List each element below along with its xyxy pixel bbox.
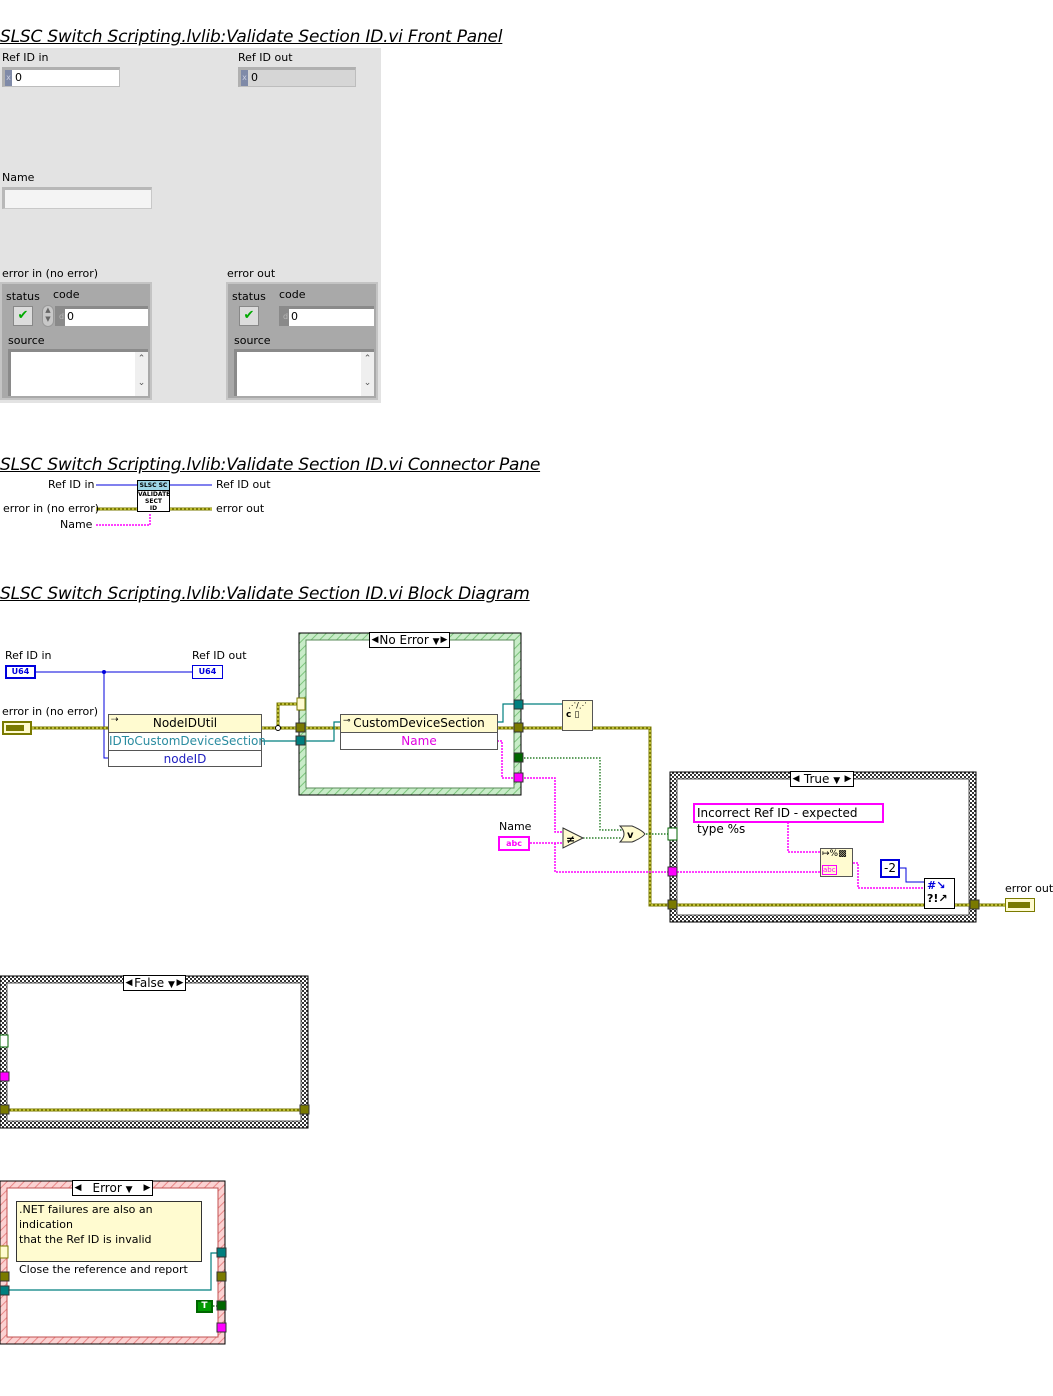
increment-case-icon[interactable]: ▶: [142, 1181, 152, 1195]
property-node-property[interactable]: Name: [341, 733, 497, 750]
increment-case-icon[interactable]: ▶: [439, 633, 449, 647]
bool-out-tunnel: [513, 752, 524, 763]
case-selector-label: Error: [92, 1181, 122, 1195]
document-icon: c ▯: [566, 710, 580, 720]
decrement-case-icon[interactable]: ◀: [791, 772, 801, 786]
error-out-tunnel: [216, 1271, 227, 1282]
string-tunnel: [667, 866, 678, 877]
error-out-tunnel: [513, 722, 524, 733]
case-selector-label: False: [134, 976, 165, 990]
name-terminal-label: Name: [499, 820, 532, 833]
error-in-terminal[interactable]: [2, 721, 32, 735]
dropdown-icon[interactable]: ▼: [126, 1185, 133, 1195]
case-selector-false[interactable]: ◀ False ▼ ▶: [123, 975, 186, 991]
error-out-tunnel: [969, 899, 980, 910]
dropdown-icon[interactable]: ▼: [168, 980, 175, 990]
ref-id-out-terminal-label: Ref ID out: [192, 649, 247, 662]
refnum-out-tunnel: [216, 1247, 227, 1258]
comment-line: .NET failures are also an indication: [19, 1203, 153, 1231]
comment-line: that the Ref ID is invalid: [19, 1233, 152, 1246]
case-selector-error[interactable]: ◀ Error ▼ ▶: [72, 1180, 153, 1196]
increment-case-icon[interactable]: ▶: [843, 772, 853, 786]
error-tunnel: [0, 1271, 10, 1282]
block-diagram-wires: ≠ v: [0, 632, 1005, 1345]
free-label-comment: .NET failures are also an indication tha…: [16, 1201, 202, 1276]
error-tunnel: [667, 899, 678, 910]
ref-id-in-terminal-label: Ref ID in: [5, 649, 52, 662]
refnum-out-tunnel: [513, 699, 524, 710]
property-node-customdevicesection[interactable]: ⊸ CustomDeviceSection Name: [340, 714, 498, 750]
invoke-node-nodeidutil[interactable]: ⇢ NodeIDUtil IDToCustomDeviceSection nod…: [108, 714, 266, 767]
case-selector-no-error[interactable]: ◀ No Error ▼ ▶: [369, 632, 450, 648]
case-selector-terminal: [0, 1245, 9, 1259]
case-selector-terminal: [0, 1034, 9, 1048]
refnum-tunnel: [0, 1285, 10, 1296]
property-node-class: CustomDeviceSection: [353, 716, 485, 730]
decrement-case-icon[interactable]: ◀: [370, 633, 380, 647]
string-input-icon: abc: [822, 865, 837, 875]
decrement-case-icon[interactable]: ◀: [124, 976, 134, 990]
case-selector-label: True: [803, 772, 830, 786]
invoke-node-class: NodeIDUtil: [152, 716, 218, 730]
cluster-icon: [6, 725, 24, 731]
ref-id-in-terminal[interactable]: U64: [5, 665, 36, 679]
format-into-string-function[interactable]: ↦%▩ abc: [820, 848, 853, 877]
error-out-terminal[interactable]: [1005, 898, 1035, 912]
ref-id-out-terminal[interactable]: U64: [192, 665, 223, 679]
error-in-terminal-label: error in (no error): [2, 705, 99, 718]
string-out-tunnel: [216, 1322, 227, 1333]
error-icon: ?!↗: [927, 892, 948, 905]
format-string-constant[interactable]: Incorrect Ref ID - expected type %s: [693, 803, 884, 836]
refnum-tunnel: [295, 735, 306, 746]
cluster-icon: [1008, 902, 1030, 908]
error-cluster-from-code-function[interactable]: #↘ ?!↗: [924, 878, 955, 909]
decrement-case-icon[interactable]: ◀: [73, 1181, 83, 1195]
error-tunnel: [295, 722, 306, 733]
error-out-terminal-label: error out: [1005, 882, 1053, 895]
format-icon: ↦%▩: [822, 849, 847, 859]
error-out-tunnel: [299, 1104, 310, 1115]
true-constant[interactable]: T: [196, 1300, 213, 1313]
close-reference-icon: ⋰/⋰: [568, 701, 587, 710]
name-terminal[interactable]: abc: [498, 836, 530, 851]
bool-out-tunnel: [216, 1300, 227, 1311]
string-out-tunnel: [513, 772, 524, 783]
invoke-node-param: nodeID: [163, 752, 207, 766]
case-selector-true[interactable]: ◀ True ▼ ▶: [790, 771, 854, 787]
error-code-constant[interactable]: -2: [880, 859, 900, 878]
string-tunnel: [0, 1071, 10, 1082]
case-selector-label: No Error: [379, 633, 429, 647]
comment-line: Close the reference and report: [19, 1263, 188, 1276]
error-tunnel: [0, 1104, 10, 1115]
close-reference-function[interactable]: ⋰/⋰ c ▯: [562, 700, 593, 731]
hash-icon: #↘: [927, 879, 946, 892]
dropdown-icon[interactable]: ▼: [833, 776, 840, 786]
not-equal-glyph: ≠: [566, 833, 575, 846]
invoke-node-method[interactable]: IDToCustomDeviceSection: [109, 733, 266, 751]
case-selector-terminal: [296, 697, 306, 711]
comment-line: [19, 1247, 201, 1262]
or-glyph: v: [627, 830, 634, 841]
increment-case-icon[interactable]: ▶: [175, 976, 185, 990]
case-selector-terminal: [667, 827, 678, 841]
